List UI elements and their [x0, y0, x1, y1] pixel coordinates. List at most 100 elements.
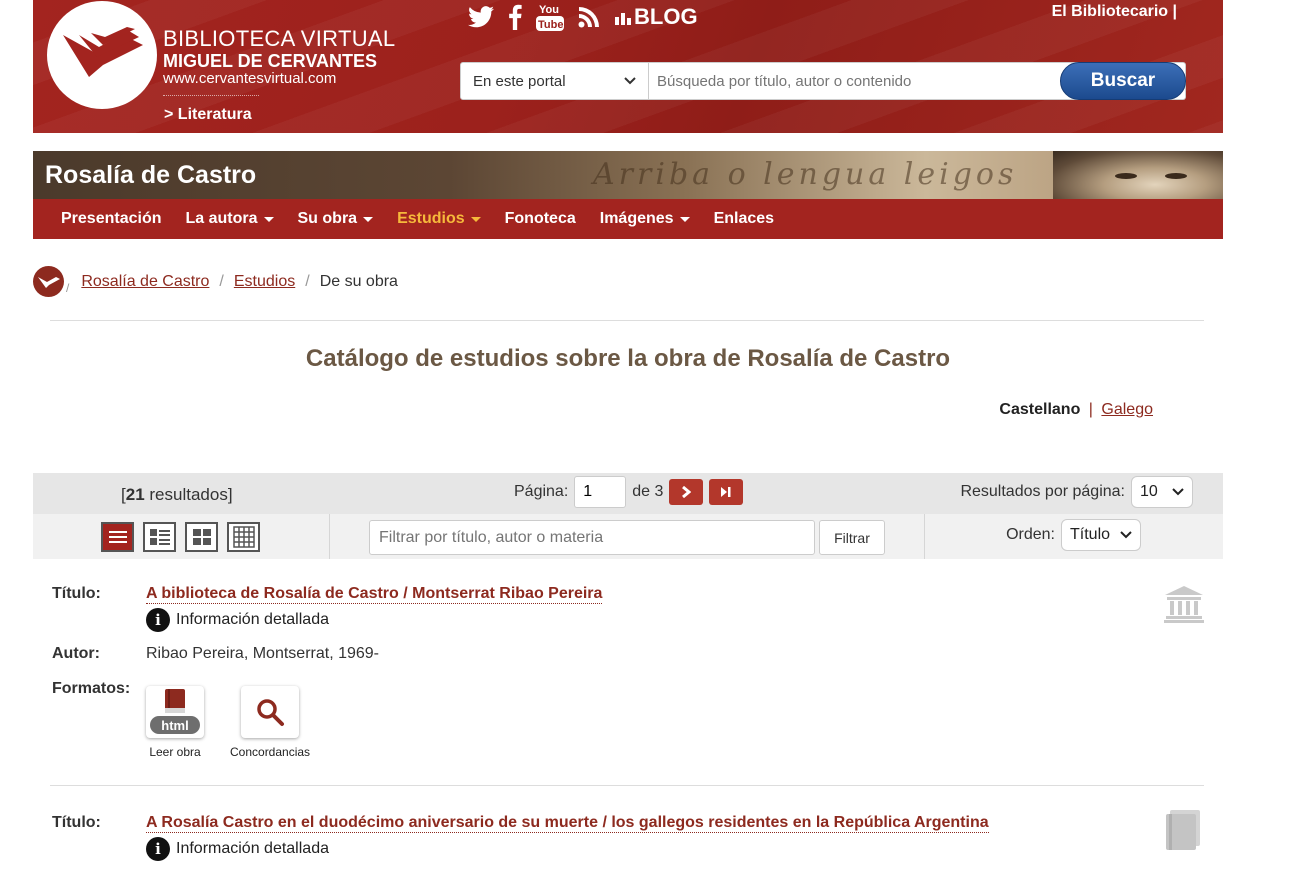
record-author: Ribao Pereira, Montserrat, 1969-	[146, 645, 379, 662]
view-switcher	[101, 522, 260, 552]
portrait-eye	[1115, 173, 1137, 179]
nav-estudios[interactable]: Estudios	[397, 210, 481, 228]
table-view-icon	[232, 526, 255, 548]
nav-su-obra[interactable]: Su obra	[298, 210, 374, 228]
formats-label: Formatos:	[52, 680, 131, 697]
pagination: Página: de 3	[514, 476, 744, 508]
page-number-input[interactable]	[574, 476, 627, 508]
format-label: Concordancias	[230, 745, 311, 759]
filter-button[interactable]: Filtrar	[819, 520, 885, 555]
concordance-button[interactable]	[241, 686, 300, 738]
per-page-control: Resultados por página: 10	[960, 476, 1193, 508]
info-icon: i	[146, 608, 170, 632]
breadcrumb-current: De su obra	[319, 272, 398, 290]
detailed-info-label: Información detallada	[176, 840, 329, 857]
result-record: Título: A biblioteca de Rosalía de Castr…	[33, 580, 1223, 786]
toolbar-divider	[329, 514, 330, 559]
sort-select[interactable]: Título	[1061, 519, 1141, 551]
record-title-link[interactable]: A biblioteca de Rosalía de Castro / Mont…	[146, 585, 603, 604]
nav-label: Su obra	[297, 210, 358, 227]
grid-view-icon	[192, 529, 211, 545]
nav-label: La autora	[185, 210, 258, 227]
breadcrumb-rosalia[interactable]: Rosalía de Castro	[81, 273, 209, 291]
language-separator: |	[1088, 401, 1093, 418]
list-view-icon	[108, 531, 127, 543]
list-view-button[interactable]	[101, 522, 134, 552]
page-title: Catálogo de estudios sobre la obra de Ro…	[305, 345, 951, 372]
detailed-info-link[interactable]: i Información detallada	[146, 608, 329, 632]
record-divider	[50, 785, 1204, 786]
page-total-label: de 3	[632, 483, 664, 500]
magnifier-icon	[257, 699, 285, 726]
chevron-down-icon	[1172, 488, 1184, 496]
nav-presentacion[interactable]: Presentación	[61, 210, 161, 228]
caret-down-icon	[363, 216, 374, 222]
nav-enlaces[interactable]: Enlaces	[714, 210, 774, 228]
language-galego-link[interactable]: Galego	[1101, 401, 1153, 418]
breadcrumb-separator: /	[219, 272, 224, 290]
detail-view-icon	[149, 529, 170, 545]
breadcrumb-separator: /	[305, 272, 310, 290]
author-banner: Rosalía de Castro Arriba o lengua leigos	[33, 151, 1223, 199]
format-label: Leer obra	[149, 745, 201, 759]
twitter-icon[interactable]	[468, 6, 494, 28]
chevron-down-icon	[624, 77, 636, 85]
format-leer-obra[interactable]: html Leer obra	[146, 686, 204, 759]
caret-down-icon	[263, 216, 274, 222]
breadcrumb: / Rosalía de Castro / Estudios / De su o…	[33, 266, 398, 297]
html-format-button[interactable]: html	[146, 686, 204, 738]
table-view-button[interactable]	[227, 522, 260, 552]
title-label: Título:	[52, 814, 101, 831]
portrait-eye	[1165, 173, 1187, 179]
result-record: Título: A Rosalía Castro en el duodécimo…	[33, 806, 1223, 875]
results-count: [21 resultados]	[121, 485, 233, 505]
per-page-select[interactable]: 10	[1131, 476, 1193, 508]
blog-link[interactable]: BLOG	[614, 4, 698, 30]
record-title-link[interactable]: A Rosalía Castro en el duodécimo anivers…	[146, 814, 989, 833]
nav-label: Enlaces	[713, 210, 775, 227]
site-search: En este portal Buscar	[460, 62, 1186, 100]
home-icon[interactable]	[33, 266, 64, 297]
search-scope-select[interactable]: En este portal	[460, 62, 649, 100]
filter-input[interactable]	[369, 520, 815, 555]
breadcrumb-estudios[interactable]: Estudios	[234, 273, 295, 291]
banner-handwriting: Arriba o lengua leigos	[593, 157, 1018, 192]
blog-label: BLOG	[634, 4, 698, 29]
facebook-icon[interactable]	[508, 4, 522, 30]
bibliotecario-link[interactable]: El Bibliotecario |	[1052, 3, 1177, 21]
results-count-label: resultados]	[144, 485, 233, 504]
banner-title[interactable]: Rosalía de Castro	[45, 161, 256, 190]
detailed-info-label: Información detallada	[176, 611, 329, 628]
results-count-number: 21	[125, 485, 145, 504]
nav-fonoteca[interactable]: Fonoteca	[505, 210, 576, 228]
svg-text:You: You	[539, 4, 559, 16]
toolbar-divider	[924, 514, 925, 559]
sort-control: Orden: Título	[1006, 519, 1141, 551]
youtube-icon[interactable]: You Tube	[536, 2, 564, 32]
next-page-button[interactable]	[669, 479, 704, 505]
html-badge: html	[150, 716, 200, 734]
search-button[interactable]: Buscar	[1060, 62, 1186, 100]
social-links: You Tube BLOG	[468, 2, 698, 32]
grid-view-button[interactable]	[185, 522, 218, 552]
chevron-right-icon	[682, 486, 692, 498]
format-concordancias[interactable]: Concordancias	[230, 686, 310, 759]
author-portrait	[1053, 151, 1223, 199]
last-page-icon	[721, 487, 731, 497]
detailed-info-link[interactable]: i Información detallada	[146, 837, 329, 861]
detail-view-button[interactable]	[143, 522, 176, 552]
last-page-button[interactable]	[709, 479, 744, 505]
search-scope-value: En este portal	[473, 72, 566, 90]
logo-text[interactable]: BIBLIOTECA VIRTUAL MIGUEL DE CERVANTES w…	[163, 28, 395, 87]
literatura-link[interactable]: > Literatura	[164, 106, 252, 124]
per-page-value: 10	[1140, 483, 1158, 500]
nav-label: Estudios	[397, 210, 465, 227]
divider	[50, 320, 1204, 321]
rss-icon[interactable]	[578, 6, 600, 28]
caret-down-icon	[470, 216, 481, 222]
filter-toolbar: Filtrar Orden: Título	[33, 514, 1223, 559]
nav-la-autora[interactable]: La autora	[185, 210, 274, 228]
bvmc-logo[interactable]	[47, 1, 157, 109]
nav-imagenes[interactable]: Imágenes	[600, 210, 690, 228]
language-switch: Castellano | Galego	[999, 401, 1153, 419]
